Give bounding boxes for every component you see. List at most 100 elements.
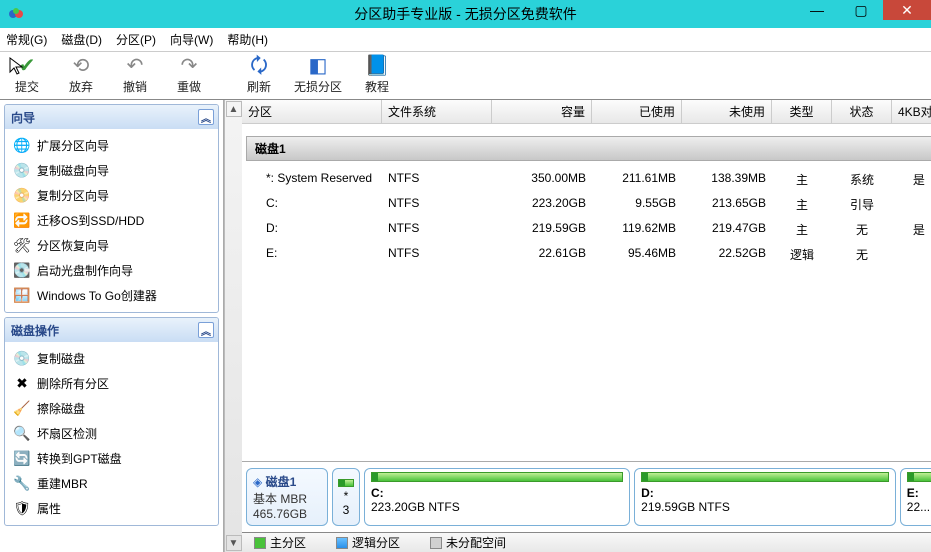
unalloc-color-icon [430,537,442,549]
ops-item-label: 属性 [37,500,61,517]
ops-panel-header[interactable]: 磁盘操作 ︽ [5,318,218,342]
ops-item-6[interactable]: 🛡属性 [5,496,218,521]
toolbar-commit[interactable]: ✔提交 [0,53,54,99]
sidebar-scrollbar[interactable]: ▲ ▼ [224,100,242,552]
cell-status: 引导 [832,196,892,213]
toolbar-lossless[interactable]: ◧无损分区 [286,53,350,99]
disk-map-reserved[interactable]: * 3 [332,468,360,526]
cell-cap: 350.00MB [492,171,592,188]
wizard-panel: 向导 ︽ 🌐扩展分区向导💿复制磁盘向导📀复制分区向导🔁迁移OS到SSD/HDD🛠… [4,104,219,313]
cell-free: 213.65GB [682,196,772,213]
col-type[interactable]: 类型 [772,100,832,123]
wizard-panel-title: 向导 [11,109,35,126]
partition-row-0[interactable]: *: System ReservedNTFS350.00MB211.61MB13… [242,167,931,192]
panel-collapse-icon[interactable]: ︽ [198,322,214,338]
wizard-item-icon: 💽 [13,262,31,279]
disk-map-area: ◈ 磁盘1 基本 MBR 465.76GB * 3 C:223.20GB NTF… [242,461,931,532]
window-controls: — ▢ ✕ [795,0,931,20]
cell-align [892,196,931,213]
cell-cap: 223.20GB [492,196,592,213]
toolbar-discard[interactable]: ⟲放弃 [54,53,108,99]
ops-item-5[interactable]: 🔧重建MBR [5,471,218,496]
col-capacity[interactable]: 容量 [492,100,592,123]
menu-general[interactable]: 常规(G) [6,31,47,48]
ops-item-3[interactable]: 🔍坏扇区检测 [5,421,218,446]
diskmap-part-label: D: [641,486,889,500]
cell-name: C: [242,196,382,213]
wizard-item-0[interactable]: 🌐扩展分区向导 [5,133,218,158]
scroll-up-icon[interactable]: ▲ [226,101,242,117]
wizard-item-6[interactable]: 🪟Windows To Go创建器 [5,283,218,308]
cell-align: 是 [892,171,931,188]
minimize-button[interactable]: — [795,0,839,20]
cell-align [892,246,931,263]
ops-item-0[interactable]: 💿复制磁盘 [5,346,218,371]
wizard-item-label: 复制磁盘向导 [37,162,109,179]
diskmap-part-2[interactable]: E:22.... [900,468,931,526]
tutorial-icon: 📘 [365,56,390,76]
menu-partition[interactable]: 分区(P) [116,31,156,48]
menu-help[interactable]: 帮助(H) [227,31,268,48]
cell-type: 逻辑 [772,246,832,263]
cell-used: 95.46MB [592,246,682,263]
toolbar-undo[interactable]: ↶撤销 [108,53,162,99]
cell-type: 主 [772,196,832,213]
wizard-item-5[interactable]: 💽启动光盘制作向导 [5,258,218,283]
menu-disk[interactable]: 磁盘(D) [61,31,102,48]
menu-wizard[interactable]: 向导(W) [170,31,213,48]
disk-map-info[interactable]: ◈ 磁盘1 基本 MBR 465.76GB [246,468,328,526]
diskmap-part-1[interactable]: D:219.59GB NTFS [634,468,896,526]
table-header: 分区 文件系统 容量 已使用 未使用 类型 状态 4KB对齐 [242,100,931,124]
reserved-label-bottom: 3 [343,503,350,517]
window-title: 分区助手专业版 - 无损分区免费软件 [354,4,576,24]
toolbar-tutorial[interactable]: 📘教程 [350,53,404,99]
cell-name: E: [242,246,382,263]
wizard-item-3[interactable]: 🔁迁移OS到SSD/HDD [5,208,218,233]
wizard-item-1[interactable]: 💿复制磁盘向导 [5,158,218,183]
ops-item-1[interactable]: ✖删除所有分区 [5,371,218,396]
maximize-button[interactable]: ▢ [839,0,883,20]
partition-row-3[interactable]: E:NTFS22.61GB95.46MB22.52GB逻辑无 [242,242,931,267]
disk1-header[interactable]: 磁盘1 [246,136,931,161]
lossless-icon: ◧ [309,56,328,76]
ops-item-4[interactable]: 🔄转换到GPT磁盘 [5,446,218,471]
cell-cap: 22.61GB [492,246,592,263]
col-free[interactable]: 未使用 [682,100,772,123]
ops-item-label: 删除所有分区 [37,375,109,392]
partition-table-body: 磁盘1 *: System ReservedNTFS350.00MB211.61… [242,124,931,461]
app-icon [6,4,26,24]
panel-collapse-icon[interactable]: ︽ [198,109,214,125]
ops-item-2[interactable]: 🧹 擦除磁盘 [5,396,218,421]
ops-panel: 磁盘操作 ︽ 💿复制磁盘✖删除所有分区 🧹 擦除磁盘 🔍坏扇区检测🔄转换到GPT磁盘🔧… [4,317,219,526]
cell-type: 主 [772,171,832,188]
col-partition[interactable]: 分区 [242,100,382,123]
diskmap-part-0[interactable]: C:223.20GB NTFS [364,468,630,526]
toolbar-refresh[interactable]: 🗘刷新 [232,53,286,99]
cell-align: 是 [892,221,931,238]
cell-used: 211.61MB [592,171,682,188]
wizard-panel-header[interactable]: 向导 ︽ [5,105,218,129]
partition-row-1[interactable]: C:NTFS223.20GB9.55GB213.65GB主引导 [242,192,931,217]
partition-row-2[interactable]: D:NTFS219.59GB119.62MB219.47GB主无是 [242,217,931,242]
wizard-item-2[interactable]: 📀复制分区向导 [5,183,218,208]
ops-item-icon: 💿 [13,350,31,367]
toolbar-redo[interactable]: ↷重做 [162,53,216,99]
wizard-item-icon: 🌐 [13,137,31,154]
diskmap-bar [371,472,623,482]
diskmap-part-label: E: [907,486,931,500]
logical-color-icon [336,537,348,549]
col-filesystem[interactable]: 文件系统 [382,100,492,123]
cell-free: 219.47GB [682,221,772,238]
diskmap-bar [641,472,889,482]
commit-icon: ✔ [19,56,36,76]
ops-item-label: 擦除磁盘 [37,400,85,417]
scroll-down-icon[interactable]: ▼ [226,535,242,551]
col-status[interactable]: 状态 [832,100,892,123]
col-4kb-align[interactable]: 4KB对齐 [892,100,931,123]
wizard-item-4[interactable]: 🛠分区恢复向导 [5,233,218,258]
ops-item-icon: 🧹 [13,400,31,417]
wizard-item-icon: 📀 [13,187,31,204]
close-button[interactable]: ✕ [883,0,931,20]
disk-map-title: 磁盘1 [266,475,297,489]
col-used[interactable]: 已使用 [592,100,682,123]
